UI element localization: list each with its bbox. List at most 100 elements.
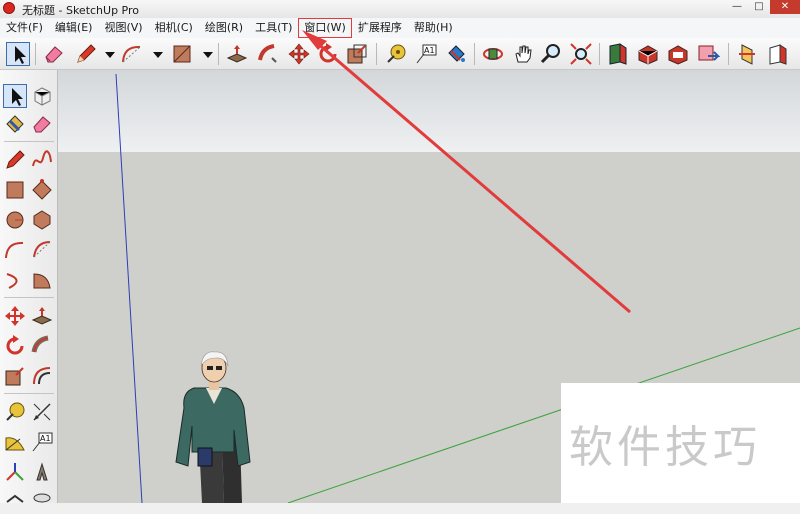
maximize-button[interactable]: □ xyxy=(748,0,770,14)
line-tool-button[interactable] xyxy=(74,42,98,66)
menu-view[interactable]: 视图(V) xyxy=(98,18,148,38)
follow-me-tool-button[interactable] xyxy=(30,334,54,358)
pie-tool-button[interactable] xyxy=(30,268,54,292)
move-tool-button[interactable] xyxy=(287,42,311,66)
rotate-tool-button[interactable] xyxy=(3,334,27,358)
text-tool-button[interactable]: A1 xyxy=(30,430,54,454)
follow-me-icon xyxy=(31,335,49,353)
pencil-icon xyxy=(6,150,25,169)
rotate-tool-button[interactable] xyxy=(316,42,340,66)
follow-me-tool-button[interactable] xyxy=(256,42,280,66)
dimension-tool-button[interactable] xyxy=(30,400,54,424)
circle-icon xyxy=(6,211,24,229)
select-tool-button[interactable] xyxy=(3,84,27,108)
tape-measure-tool-button[interactable] xyxy=(3,400,27,424)
rectangle-tool-button[interactable] xyxy=(170,42,194,66)
move-tool-button[interactable] xyxy=(3,304,27,328)
line-dropdown[interactable] xyxy=(98,42,115,66)
menu-edit[interactable]: 编辑(E) xyxy=(49,18,99,38)
freehand-tool-button[interactable] xyxy=(30,148,54,172)
walk-icon xyxy=(6,494,24,503)
make-component-button[interactable] xyxy=(30,84,54,108)
three-point-arc-tool-button[interactable] xyxy=(3,268,27,292)
toolbar-separator xyxy=(218,43,219,65)
two-point-arc-tool-button[interactable] xyxy=(30,238,54,262)
arc-tool-button[interactable] xyxy=(120,42,144,66)
menu-camera[interactable]: 相机(C) xyxy=(149,18,199,38)
toolbar-separator xyxy=(4,297,54,298)
line-tool-button[interactable] xyxy=(3,148,27,172)
move-icon xyxy=(5,306,25,326)
rectangle-dropdown[interactable] xyxy=(196,42,213,66)
rectangle-icon xyxy=(173,45,191,63)
push-pull-icon xyxy=(31,307,53,325)
arc-dropdown[interactable] xyxy=(146,42,163,66)
protractor-tool-button[interactable] xyxy=(3,430,27,454)
offset-tool-button[interactable] xyxy=(30,364,54,388)
3d-warehouse-button[interactable] xyxy=(606,42,630,66)
menu-help[interactable]: 帮助(H) xyxy=(408,18,459,38)
tape-measure-icon xyxy=(6,402,25,421)
extension-warehouse-button[interactable] xyxy=(636,42,660,66)
title-bar: 无标题 - SketchUp Pro — □ ✕ xyxy=(0,0,800,18)
circle-tool-button[interactable] xyxy=(3,208,27,232)
position-camera-tool-button[interactable] xyxy=(30,490,54,503)
layout-button[interactable] xyxy=(666,42,690,66)
rotated-rectangle-icon xyxy=(32,179,52,200)
menu-tools[interactable]: 工具(T) xyxy=(249,18,298,38)
zoom-extents-tool-button[interactable] xyxy=(569,42,593,66)
paint-bucket-tool-button[interactable] xyxy=(3,112,27,136)
orbit-tool-button[interactable] xyxy=(481,42,505,66)
move-icon xyxy=(288,43,310,65)
section-plane-button[interactable] xyxy=(736,42,760,66)
send-to-layout-icon xyxy=(698,45,720,61)
zoom-tool-button[interactable] xyxy=(539,42,563,66)
svg-text:A1: A1 xyxy=(40,434,51,443)
push-pull-tool-button[interactable] xyxy=(30,304,54,328)
push-pull-tool-button[interactable] xyxy=(225,42,249,66)
main-toolbar: A1 xyxy=(0,38,800,70)
section-cut-button[interactable] xyxy=(766,42,790,66)
dropdown-arrow-icon xyxy=(203,52,213,58)
text-tool-button[interactable]: A1 xyxy=(414,42,438,66)
toolbar-separator xyxy=(728,43,729,65)
scale-tool-button[interactable] xyxy=(3,364,27,388)
3d-text-tool-button[interactable] xyxy=(30,460,54,484)
tape-measure-tool-button[interactable] xyxy=(384,42,408,66)
rotate-icon xyxy=(319,43,337,63)
walk-tool-button[interactable] xyxy=(3,490,27,503)
paint-bucket-icon xyxy=(6,115,24,133)
polygon-tool-button[interactable] xyxy=(30,208,54,232)
two-point-arc-icon xyxy=(33,241,51,258)
menu-window[interactable]: 窗口(W) xyxy=(298,18,352,38)
menu-extensions[interactable]: 扩展程序 xyxy=(352,18,408,38)
minimize-button[interactable]: — xyxy=(726,0,748,14)
arc-icon xyxy=(5,241,24,259)
watermark: 软件技巧 xyxy=(561,383,800,503)
send-to-layout-button[interactable] xyxy=(696,42,720,66)
axes-tool-button[interactable] xyxy=(3,460,27,484)
orbit-icon xyxy=(483,48,503,60)
blue-axis-line xyxy=(115,73,143,503)
toolbar-separator xyxy=(599,43,600,65)
select-tool-button[interactable] xyxy=(6,42,30,66)
rectangle-tool-button[interactable] xyxy=(3,178,27,202)
pan-tool-button[interactable] xyxy=(511,42,535,66)
three-point-arc-icon xyxy=(6,273,18,289)
rotated-rectangle-tool-button[interactable] xyxy=(30,178,54,202)
scale-tool-button[interactable] xyxy=(345,42,369,66)
menu-draw[interactable]: 绘图(R) xyxy=(199,18,249,38)
close-button[interactable]: ✕ xyxy=(770,0,800,14)
eraser-tool-button[interactable] xyxy=(42,42,66,66)
arc-tool-button[interactable] xyxy=(3,238,27,262)
large-tool-set-toolbar: A1 xyxy=(0,70,58,503)
rectangle-icon xyxy=(6,181,24,199)
eraser-tool-button[interactable] xyxy=(30,112,54,136)
paint-bucket-tool-button[interactable] xyxy=(444,42,468,66)
eraser-icon xyxy=(33,116,51,133)
protractor-icon xyxy=(5,437,25,451)
paint-bucket-icon xyxy=(448,45,465,62)
window-title: 无标题 - SketchUp Pro xyxy=(22,4,140,17)
text-label-icon: A1 xyxy=(416,44,437,64)
menu-file[interactable]: 文件(F) xyxy=(0,18,49,38)
